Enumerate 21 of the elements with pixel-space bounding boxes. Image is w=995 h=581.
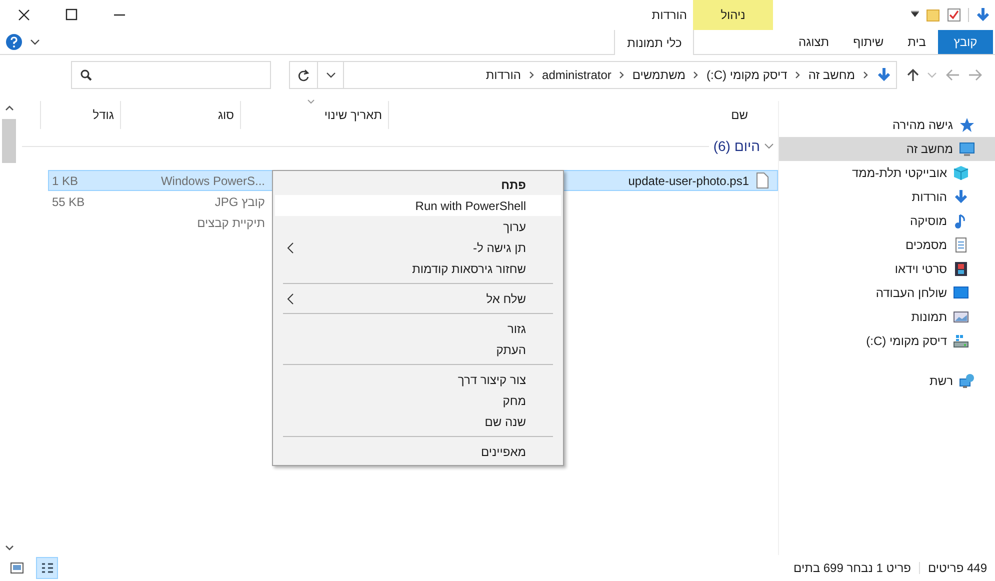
file-type: קובץ JPG (214, 194, 265, 210)
nav-label: מוסיקה (910, 213, 947, 230)
file-type: Windows PowerS... (160, 172, 265, 190)
nav-label: גישה מהירה (892, 117, 953, 134)
selection-info: פריט 1 נבחר 699 בתים (794, 560, 911, 577)
window-title: הורדות (650, 7, 688, 24)
file-name: update-user-photo.ps1 (628, 172, 749, 190)
file-size: 1 KB (52, 172, 78, 190)
contextual-tab-header: ניהול (693, 0, 773, 30)
nav-label: מסמכים (905, 237, 947, 254)
nav-label: תמונות (911, 309, 947, 326)
nav-label: אובייקטי תלת-ממד (852, 165, 947, 182)
file-size: 55 KB (52, 194, 85, 210)
nav-label: שולחן העבודה (876, 285, 947, 302)
nav-label: הורדות (912, 189, 947, 206)
item-count: 449 פריטים (928, 560, 987, 577)
nav-label: דיסק מקומי (C:) (866, 333, 947, 350)
file-type: תיקיית קבצים (197, 214, 265, 232)
nav-label: מחשב זה (906, 141, 953, 158)
nav-label: רשת (930, 373, 953, 390)
nav-label: סרטי וידאו (894, 261, 947, 278)
